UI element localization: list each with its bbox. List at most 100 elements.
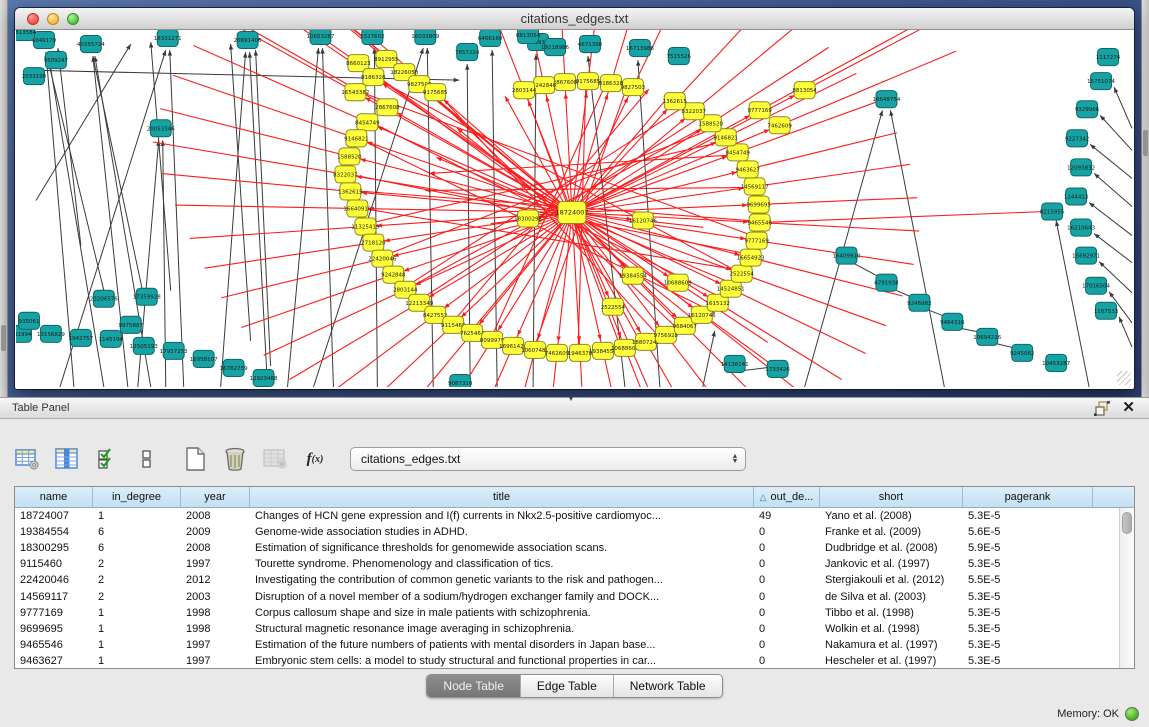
selected-node[interactable]: 9463627: [735, 161, 760, 178]
column-header-pagerank[interactable]: pagerank: [963, 487, 1093, 507]
selected-node[interactable]: 11325419: [351, 218, 379, 235]
table-cell[interactable]: 5.3E-5: [963, 556, 1093, 572]
table-row[interactable]: 1872400712008Changes of HCN gene express…: [15, 508, 1134, 524]
table-cell[interactable]: 2009: [181, 524, 250, 540]
network-graph[interactable]: 6049179403557241833127120691406106532871…: [16, 30, 1133, 387]
table-cell[interactable]: 9465546: [15, 637, 93, 653]
memory-ok-indicator-icon[interactable]: [1125, 707, 1139, 721]
table-selector-dropdown[interactable]: citations_edges.txt ▲▼: [350, 447, 746, 471]
table-cell[interactable]: 18300295: [15, 540, 93, 556]
table-cell[interactable]: 1: [93, 621, 181, 637]
table-cell[interactable]: 0: [754, 540, 820, 556]
selected-node[interactable]: 9146821: [344, 130, 368, 147]
table-row[interactable]: 1938455462009Genome-wide association stu…: [15, 524, 1134, 540]
table-cell[interactable]: 5.9E-5: [963, 540, 1093, 556]
selected-node[interactable]: 9242848: [381, 266, 406, 283]
selected-node[interactable]: 8322037: [333, 166, 358, 183]
node[interactable]: 9464316: [940, 313, 965, 330]
table-row[interactable]: 2242004622012Investigating the contribut…: [15, 572, 1134, 588]
table-cell[interactable]: 6: [93, 524, 181, 540]
selected-node[interactable]: 7462609: [767, 117, 792, 134]
function-builder-icon[interactable]: f(x): [302, 446, 328, 472]
node[interactable]: 23206576: [90, 290, 118, 307]
selected-node[interactable]: 1362615: [663, 93, 688, 110]
selected-node[interactable]: 7462609: [545, 344, 570, 361]
table-cell[interactable]: 19384554: [15, 524, 93, 540]
node[interactable]: 9509247: [44, 52, 69, 69]
node[interactable]: 6466160: [478, 30, 503, 47]
selected-node[interactable]: 8186328: [361, 69, 386, 86]
node[interactable]: 9329966: [1075, 101, 1100, 118]
table-cell[interactable]: Yano et al. (2008): [820, 508, 963, 524]
table-cell[interactable]: 0: [754, 588, 820, 604]
table-cell[interactable]: 49: [754, 508, 820, 524]
node[interactable]: 9087310: [448, 374, 473, 387]
table-cell[interactable]: 2: [93, 556, 181, 572]
left-splitter-handle[interactable]: [1, 325, 6, 351]
tab-edge-table[interactable]: Edge Table: [521, 675, 614, 697]
float-panel-icon[interactable]: [1094, 401, 1110, 416]
node[interactable]: 9975887: [119, 316, 144, 333]
node[interactable]: 20053346: [147, 120, 175, 137]
minimize-window-icon[interactable]: [47, 13, 59, 25]
scrollbar-thumb[interactable]: [1122, 512, 1132, 534]
table-cell[interactable]: 6: [93, 540, 181, 556]
node[interactable]: 935061: [18, 312, 39, 329]
selected-node[interactable]: 14569117: [741, 178, 769, 195]
table-cell[interactable]: Jankovic et al. (1997): [820, 556, 963, 572]
table-cell[interactable]: Dudbridge et al. (2008): [820, 540, 963, 556]
table-cell[interactable]: 0: [754, 572, 820, 588]
show-columns-checkbox-icon[interactable]: [94, 446, 120, 472]
network-window-titlebar[interactable]: citations_edges.txt: [15, 8, 1134, 30]
selected-node[interactable]: 2867608: [553, 74, 578, 91]
table-cell[interactable]: 0: [754, 653, 820, 668]
table-cell[interactable]: Embryonic stem cells: a model to study s…: [250, 653, 754, 668]
table-cell[interactable]: Investigating the contribution of common…: [250, 572, 754, 588]
selected-node[interactable]: 9777169: [744, 232, 769, 249]
window-resize-grip[interactable]: [1117, 371, 1131, 385]
table-panel-titlebar[interactable]: ▼ Table Panel ✕: [0, 397, 1149, 419]
selected-node[interactable]: 16654923: [737, 249, 765, 266]
selected-node[interactable]: 2522554: [729, 265, 754, 282]
table-settings-icon[interactable]: [14, 446, 40, 472]
node[interactable]: 16409910: [833, 247, 861, 264]
node[interactable]: 9245062: [1010, 344, 1034, 361]
node[interactable]: 16713988: [626, 40, 654, 57]
node[interactable]: 1813584: [16, 30, 37, 41]
zoom-window-icon[interactable]: [67, 13, 79, 25]
node[interactable]: 15692971: [1072, 247, 1100, 264]
column-header-in_degree[interactable]: in_degree: [93, 487, 181, 507]
table-row[interactable]: 946554611997Estimation of the future num…: [15, 637, 1134, 653]
delete-rows-trash-icon[interactable]: [222, 446, 248, 472]
node[interactable]: 4671398: [578, 36, 603, 53]
table-cell[interactable]: 1998: [181, 605, 250, 621]
column-header-name[interactable]: name: [15, 487, 93, 507]
table-cell[interactable]: 9777169: [15, 605, 93, 621]
table-cell[interactable]: Hescheler et al. (1997): [820, 653, 963, 668]
selected-node[interactable]: 9699695: [746, 196, 771, 213]
table-cell[interactable]: 5.3E-5: [963, 653, 1093, 668]
table-row[interactable]: 1456911722003Disruption of a novel membe…: [15, 588, 1134, 604]
table-cell[interactable]: Franke et al. (2009): [820, 524, 963, 540]
node[interactable]: 16958107: [190, 350, 218, 367]
selected-node[interactable]: 2522554: [601, 298, 626, 315]
table-cell[interactable]: Tourette syndrome. Phenomenology and cla…: [250, 556, 754, 572]
table-cell[interactable]: 22420046: [15, 572, 93, 588]
node[interactable]: 18331271: [154, 30, 182, 47]
selected-node[interactable]: 16640910: [343, 200, 371, 217]
table-cell[interactable]: 2: [93, 572, 181, 588]
node[interactable]: 16210643: [1067, 219, 1095, 236]
table-cell[interactable]: 14569117: [15, 588, 93, 604]
selected-node[interactable]: 8454749: [355, 114, 380, 131]
table-cell[interactable]: 5.3E-5: [963, 637, 1093, 653]
table-cell[interactable]: Nakamura et al. (1997): [820, 637, 963, 653]
selected-node[interactable]: 10688609: [664, 274, 692, 291]
table-cell[interactable]: 9699695: [15, 621, 93, 637]
table-cell[interactable]: 9115460: [15, 556, 93, 572]
right-splitter[interactable]: [1141, 0, 1149, 397]
selected-node[interactable]: 16543382: [341, 84, 369, 101]
node[interactable]: 1117274: [1096, 49, 1121, 66]
table-row[interactable]: 977716911998Corpus callosum shape and si…: [15, 605, 1134, 621]
table-cell[interactable]: 0: [754, 556, 820, 572]
table-vertical-scrollbar[interactable]: [1119, 508, 1134, 668]
